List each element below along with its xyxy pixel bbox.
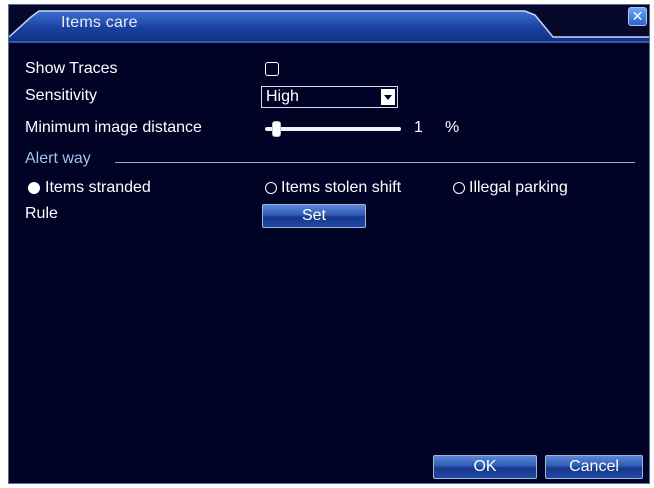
items-stranded-label: Items stranded [45,179,151,196]
illegal-parking-label: Illegal parking [469,179,568,196]
title-bar[interactable]: Items care ✕ [9,5,649,43]
alert-way-section-label: Alert way [25,150,91,167]
minimum-image-distance-unit: % [445,119,460,136]
close-icon: ✕ [631,8,644,24]
minimum-image-distance-label: Minimum image distance [25,119,202,136]
show-traces-label: Show Traces [25,60,118,77]
items-stolen-shift-label: Items stolen shift [281,179,402,196]
chevron-down-icon [381,89,395,105]
rule-set-button[interactable]: Set [262,204,366,228]
show-traces-checkbox[interactable] [265,62,279,76]
section-divider [115,162,635,163]
sensitivity-value: High [266,88,299,105]
slider-handle[interactable] [272,121,281,137]
sensitivity-label: Sensitivity [25,87,98,104]
close-button[interactable]: ✕ [628,7,647,26]
ok-button[interactable]: OK [433,455,537,479]
sensitivity-select[interactable]: High [261,86,398,108]
items-stolen-shift-radio[interactable] [265,182,277,194]
cancel-button[interactable]: Cancel [545,455,643,479]
items-stranded-radio[interactable] [28,182,40,194]
illegal-parking-radio[interactable] [453,182,465,194]
minimum-image-distance-value: 1 [414,119,423,136]
slider-track [265,127,401,131]
rule-label: Rule [25,205,58,222]
items-care-dialog: Items care ✕ Show Traces Sensitivity Hig… [8,4,650,484]
window-title: Items care [61,14,138,31]
minimum-image-distance-slider[interactable] [261,121,401,137]
